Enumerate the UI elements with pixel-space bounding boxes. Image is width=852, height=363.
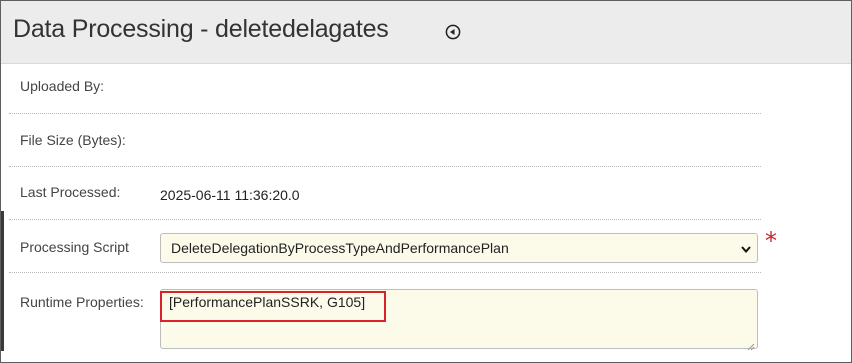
runtime-properties-label: Runtime Properties: xyxy=(20,294,144,310)
last-processed-label: Last Processed: xyxy=(20,184,121,200)
processing-script-select[interactable]: DeleteDelegationByProcessTypeAndPerforma… xyxy=(160,233,758,263)
file-size-label: File Size (Bytes): xyxy=(20,132,126,148)
runtime-properties-textarea[interactable]: [PerformancePlanSSRK, G105] xyxy=(160,289,758,351)
uploaded-by-label: Uploaded By: xyxy=(20,78,105,94)
last-processed-row: Last Processed: 2025-06-11 11:36:20.0 xyxy=(9,167,761,220)
circle-arrow-left-icon[interactable] xyxy=(445,24,461,40)
uploaded-by-row: Uploaded By: xyxy=(9,63,761,114)
last-processed-value: 2025-06-11 11:36:20.0 xyxy=(160,187,300,203)
panel-header: Data Processing - deletedelagates xyxy=(1,1,851,64)
processing-script-label: Processing Script xyxy=(20,239,129,255)
page-title: Data Processing - deletedelagates xyxy=(13,15,389,43)
data-processing-panel: Data Processing - deletedelagates Upload… xyxy=(0,0,852,363)
left-edge-bar xyxy=(1,211,4,351)
processing-script-selected-value: DeleteDelegationByProcessTypeAndPerforma… xyxy=(171,240,509,256)
file-size-row: File Size (Bytes): xyxy=(9,114,761,167)
required-marker: * xyxy=(765,227,777,255)
resize-grip-icon[interactable] xyxy=(747,338,755,351)
runtime-properties-value: [PerformancePlanSSRK, G105] xyxy=(169,294,366,310)
chevron-down-icon xyxy=(740,242,752,254)
